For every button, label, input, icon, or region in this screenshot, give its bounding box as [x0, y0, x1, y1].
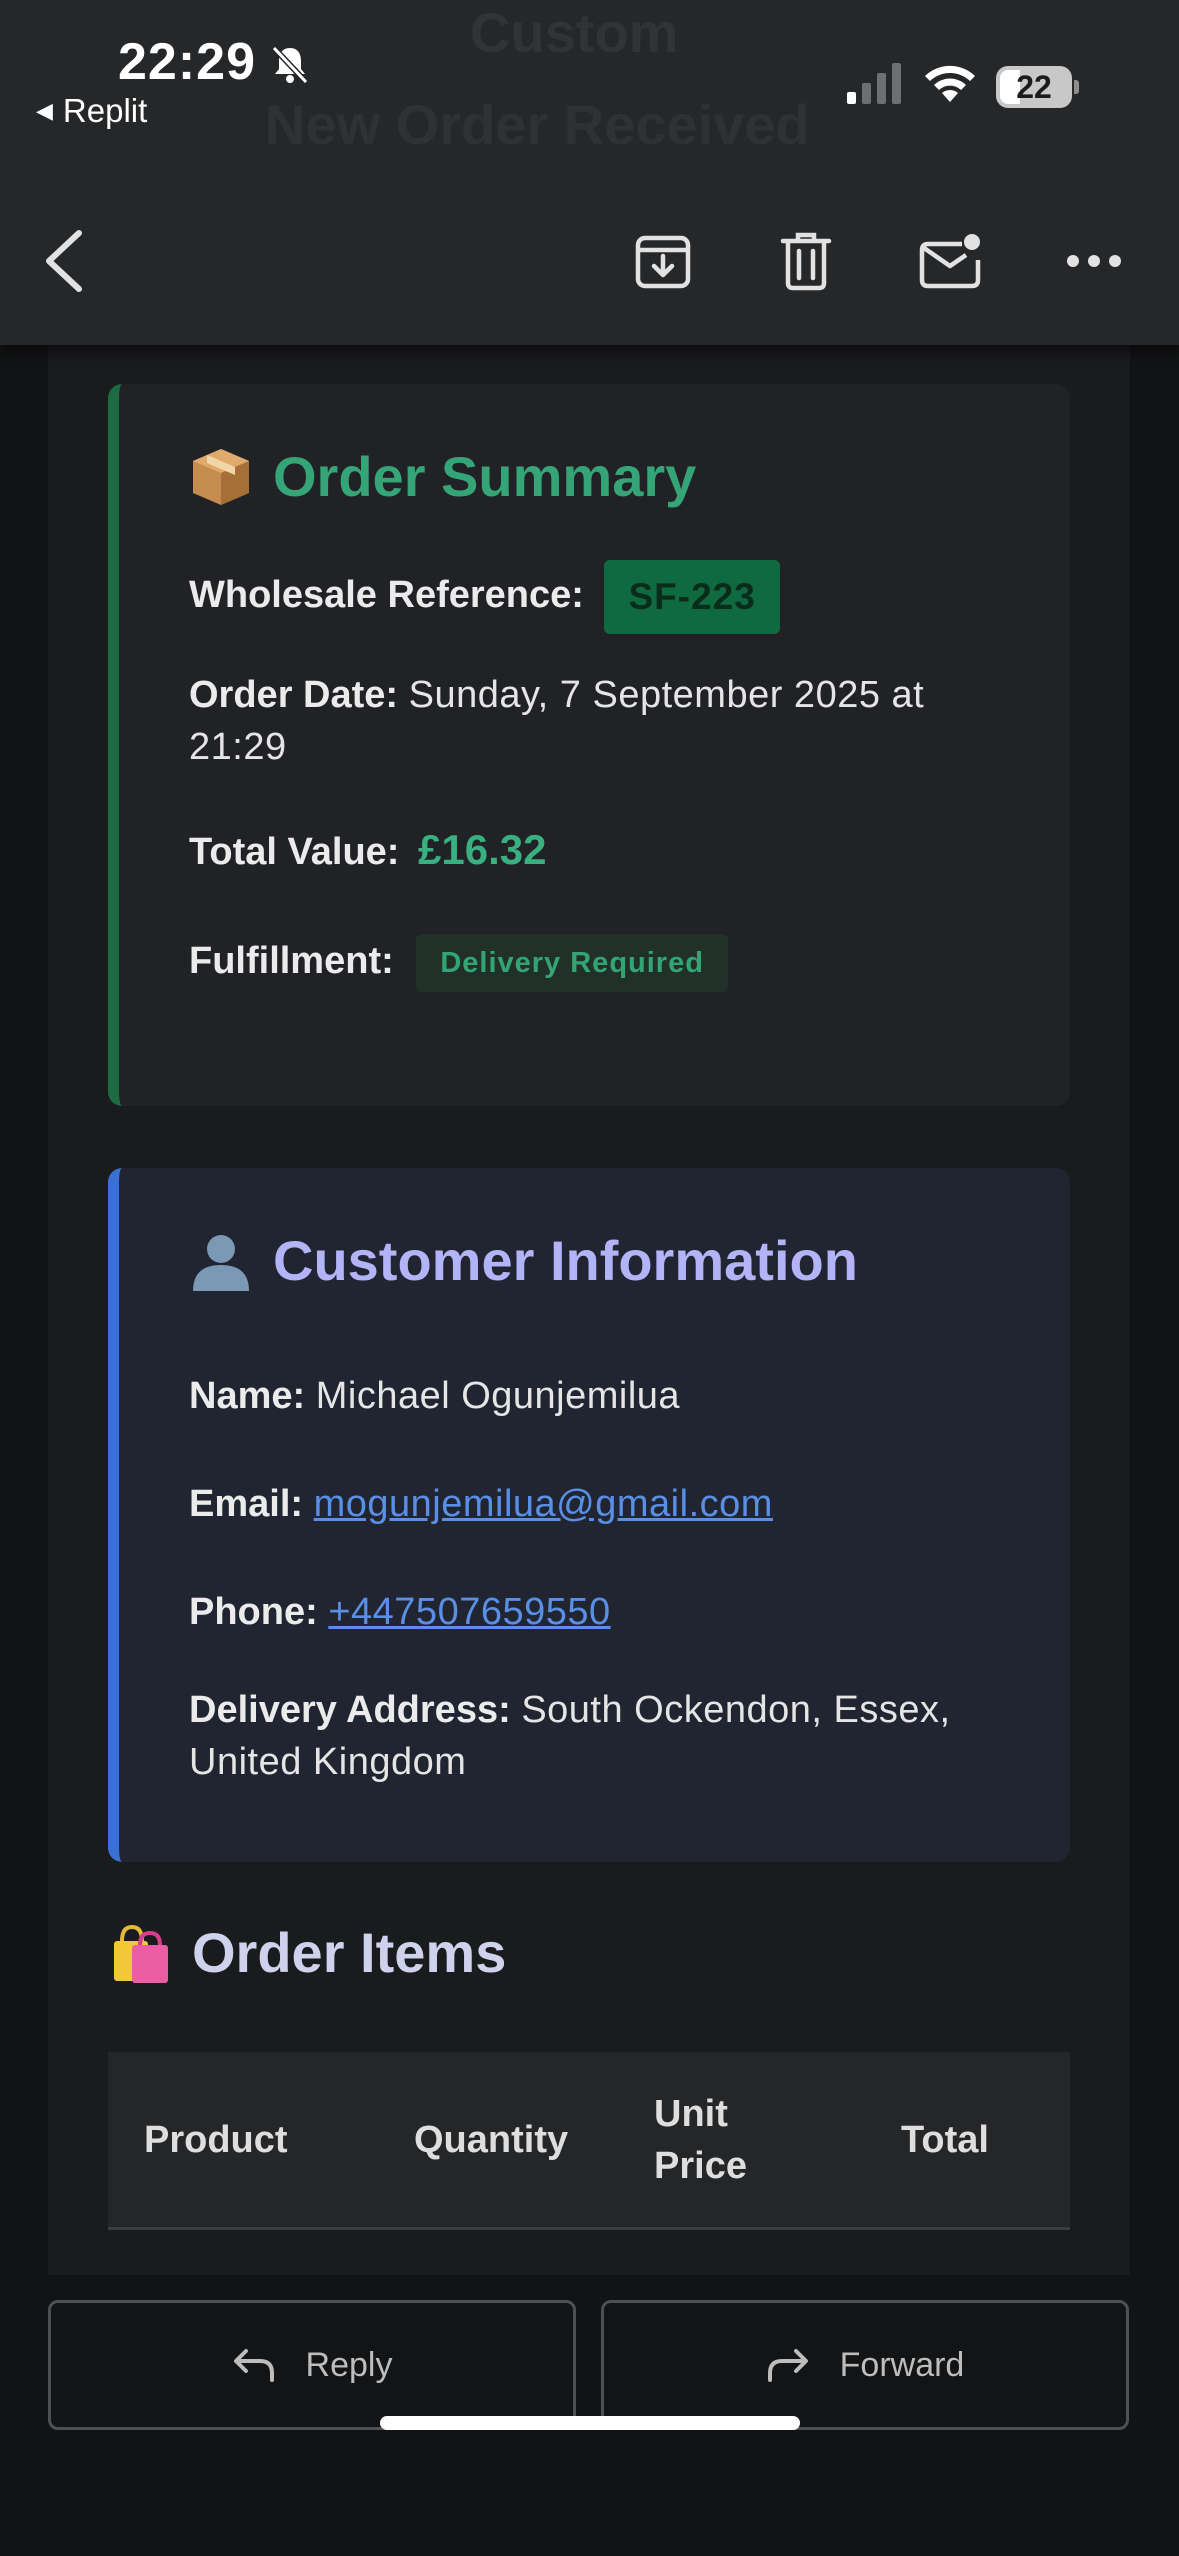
cellular-signal-icon [847, 63, 901, 104]
delete-button[interactable] [770, 225, 842, 297]
fulfillment-badge: Delivery Required [416, 934, 728, 992]
total-value-amount: £16.32 [418, 826, 547, 873]
customer-info-title: Customer Information [273, 1229, 858, 1292]
top-bar: Custom New Order Received 22:29 ◀ Replit… [0, 0, 1179, 345]
order-summary-card: Order Summary Wholesale Reference: SF-22… [108, 384, 1070, 1106]
delivery-address-label: Delivery Address: [189, 1689, 511, 1731]
person-silhouette-icon [193, 1234, 249, 1291]
forward-arrow-icon [767, 2349, 808, 2382]
fulfillment-row: Fulfillment: Delivery Required [189, 934, 1029, 992]
background-ghost-subheading: New Order Received [265, 93, 810, 156]
order-items-title: Order Items [192, 1921, 507, 1984]
order-date-row: Order Date: Sunday, 7 September 2025 at … [189, 669, 1029, 773]
customer-phone-row: Phone: +447507659550 [189, 1586, 1029, 1638]
total-value-row: Total Value: £16.32 [189, 824, 1029, 878]
package-icon [193, 448, 249, 505]
reference-label: Wholesale Reference: [189, 574, 584, 617]
delivery-address-row: Delivery Address: South Ockendon, Essex,… [189, 1684, 1029, 1788]
column-header-unit-price: Unit Price [654, 2093, 747, 2187]
bell-muted-icon [271, 45, 309, 85]
customer-name-value: Michael Ogunjemilua [315, 1375, 681, 1417]
trash-icon [780, 232, 832, 291]
reply-button[interactable]: Reply [48, 2300, 576, 2430]
home-indicator[interactable] [380, 2416, 800, 2430]
mark-unread-icon [919, 234, 981, 289]
customer-info-card: Customer Information Name: Michael Ogunj… [108, 1168, 1070, 1862]
reply-arrow-icon [233, 2349, 274, 2382]
total-value-label: Total Value: [189, 831, 400, 873]
background-ghost-heading: Custom [470, 1, 679, 64]
reference-badge: SF-223 [604, 560, 780, 634]
column-header-total: Total [901, 2119, 989, 2161]
reply-label: Reply [305, 2345, 393, 2384]
order-summary-title: Order Summary [273, 445, 697, 508]
customer-info-heading: Customer Information [189, 1228, 858, 1293]
back-app-label: Replit [62, 92, 148, 129]
order-date-label: Order Date: [189, 674, 399, 716]
customer-name-row: Name: Michael Ogunjemilua [189, 1370, 1029, 1422]
battery-percent: 22 [1016, 69, 1052, 105]
customer-email-link[interactable]: mogunjemilua@gmail.com [314, 1483, 773, 1525]
column-header-quantity: Quantity [414, 2119, 569, 2161]
status-time: 22:29 [118, 33, 256, 91]
customer-email-label: Email: [189, 1483, 304, 1525]
mark-unread-button[interactable] [914, 225, 986, 297]
back-to-app-link[interactable]: ◀ Replit [36, 92, 147, 130]
back-triangle-icon: ◀ [36, 98, 53, 123]
customer-phone-label: Phone: [189, 1591, 318, 1633]
more-icon [1067, 255, 1121, 267]
customer-name-label: Name: [189, 1375, 306, 1417]
back-button[interactable] [28, 225, 100, 297]
forward-label: Forward [839, 2345, 965, 2384]
customer-email-row: Email: mogunjemilua@gmail.com [189, 1478, 1029, 1530]
order-items-table-header: Product Quantity Unit Price Total [108, 2052, 1070, 2230]
order-summary-heading: Order Summary [189, 444, 696, 509]
order-items-heading: Order Items [108, 1920, 506, 1985]
wifi-icon [925, 65, 975, 102]
battery-indicator: 22 [996, 66, 1079, 108]
archive-button[interactable] [627, 225, 699, 297]
shopping-bags-icon [114, 1924, 168, 1983]
back-arrow-icon [46, 230, 82, 292]
customer-phone-link[interactable]: +447507659550 [328, 1591, 610, 1633]
fulfillment-label: Fulfillment: [189, 940, 394, 983]
more-options-button[interactable] [1058, 225, 1130, 297]
reference-row: Wholesale Reference: SF-223 [189, 560, 1029, 634]
column-header-product: Product [144, 2119, 288, 2161]
archive-icon [635, 235, 691, 289]
forward-button[interactable]: Forward [601, 2300, 1129, 2430]
